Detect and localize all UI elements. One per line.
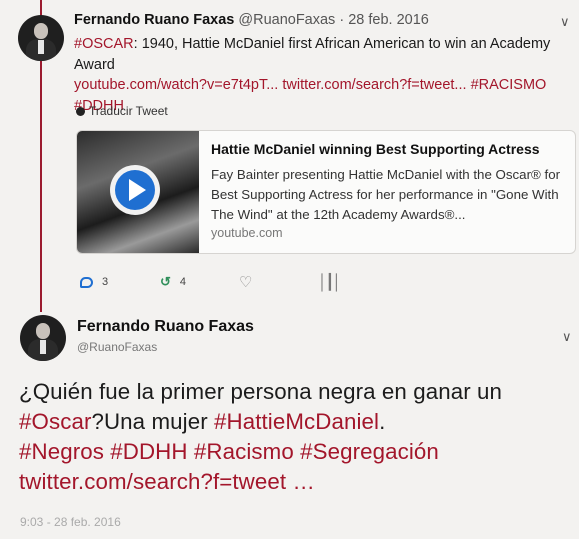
tweet-header: Fernando Ruano Faxas @RuanoFaxas · 28 fe… (74, 12, 429, 28)
twitter-search-link[interactable]: twitter.com/search?f=tweet... (282, 77, 466, 93)
reply-count: 3 (102, 276, 109, 288)
reply-button[interactable]: 3 (80, 276, 108, 288)
link-card[interactable]: Hattie McDaniel winning Best Supporting … (76, 130, 576, 254)
hashtag-segregacion[interactable]: #Segregación (300, 439, 439, 464)
globe-icon (76, 107, 85, 116)
chevron-down-icon[interactable]: ∨ (562, 329, 572, 345)
avatar[interactable] (18, 15, 64, 61)
tweet-body: : 1940, Hattie McDaniel first African Am… (74, 36, 551, 73)
tweet-timestamp[interactable]: 9:03 - 28 feb. 2016 (20, 515, 121, 529)
hashtag-oscar[interactable]: #Oscar (19, 409, 91, 434)
twitter-search-link[interactable]: twitter.com/search?f=tweet … (19, 469, 315, 494)
author-name[interactable]: Fernando Ruano Faxas (74, 12, 234, 28)
youtube-link[interactable]: youtube.com/watch?v=e7t4pT... (74, 77, 278, 93)
tweet-text-part: ¿Quién fue la primer persona negra en ga… (19, 379, 503, 404)
retweet-icon: ↺ (160, 274, 171, 289)
video-thumbnail[interactable] (77, 131, 199, 253)
play-icon[interactable] (110, 165, 160, 215)
hashtag-hattiemcdaniel[interactable]: #HattieMcDaniel (214, 409, 379, 434)
tweet-text-part: . (379, 409, 386, 434)
hashtag-oscar[interactable]: #OSCAR (74, 36, 134, 52)
retweet-button[interactable]: ↺ 4 (160, 274, 186, 290)
like-button[interactable]: ♡ (239, 273, 252, 291)
tweet-date[interactable]: 28 feb. 2016 (348, 12, 429, 28)
translate-tweet-link[interactable]: Traducir Tweet (76, 104, 168, 118)
hashtag-racismo[interactable]: #Racismo (194, 439, 294, 464)
hashtag-ddhh[interactable]: #DDHH (110, 439, 187, 464)
author-handle[interactable]: @RuanoFaxas (77, 340, 157, 354)
author-name[interactable]: Fernando Ruano Faxas (77, 318, 254, 336)
avatar[interactable] (20, 315, 66, 361)
author-handle[interactable]: @RuanoFaxas (238, 12, 335, 28)
reply-icon (80, 276, 93, 288)
stats-button[interactable]: │┃│ (318, 273, 342, 291)
retweet-count: 4 (179, 276, 187, 288)
stats-icon: │┃│ (318, 274, 342, 291)
chevron-down-icon[interactable]: ∨ (560, 14, 570, 30)
hashtag-racismo[interactable]: #RACISMO (471, 77, 547, 93)
tweet-text: ¿Quién fue la primer persona negra en ga… (19, 377, 579, 497)
heart-icon: ♡ (239, 274, 253, 291)
hashtag-negros[interactable]: #Negros (19, 439, 104, 464)
separator: · (335, 12, 349, 28)
card-description: Fay Bainter presenting Hattie McDaniel w… (211, 167, 561, 222)
tweet-text-part: ?Una mujer (91, 409, 215, 434)
card-domain: youtube.com (211, 226, 283, 240)
translate-label: Traducir Tweet (89, 104, 168, 118)
card-title: Hattie McDaniel winning Best Supporting … (211, 141, 540, 157)
